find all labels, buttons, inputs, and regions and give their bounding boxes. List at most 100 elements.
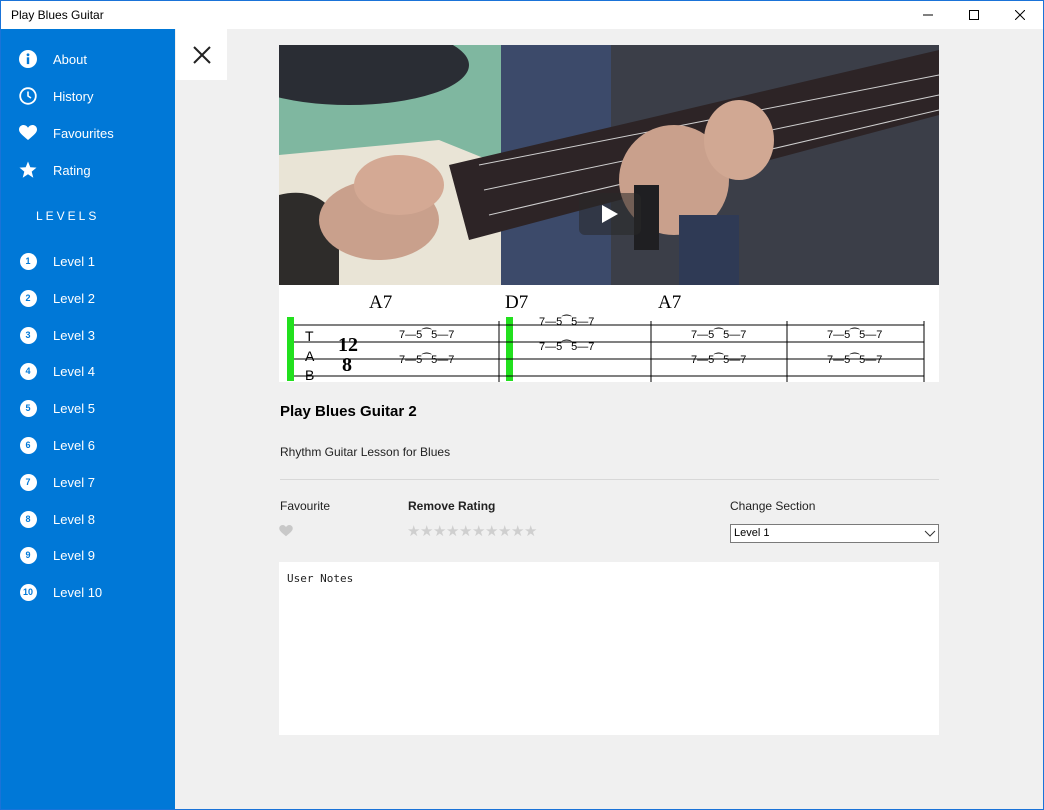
level-number-icon: 9 [19, 546, 37, 564]
svg-text:7—5⁀5—7: 7—5⁀5—7 [539, 340, 594, 353]
sidebar-item-level-3[interactable]: 3 Level 3 [1, 317, 175, 353]
divider [280, 479, 939, 480]
sidebar-item-label: Level 10 [53, 584, 103, 600]
clock-icon [19, 87, 37, 105]
sidebar-item-label: History [53, 88, 94, 104]
sidebar-item-rating[interactable]: Rating [1, 152, 175, 188]
svg-text:7—5⁀5—7: 7—5⁀5—7 [399, 353, 454, 366]
info-icon [19, 50, 37, 68]
play-button[interactable] [579, 193, 641, 235]
svg-text:7—5⁀5—7: 7—5⁀5—7 [399, 328, 454, 341]
sidebar-item-label: Favourites [53, 125, 114, 141]
user-notes-input[interactable] [279, 562, 939, 735]
level-number-icon: 2 [19, 289, 37, 307]
star-icon [19, 161, 37, 179]
maximize-button[interactable] [951, 1, 997, 29]
sidebar-item-level-4[interactable]: 4 Level 4 [1, 353, 175, 389]
svg-text:T: T [305, 328, 314, 344]
levels-heading: LEVELS [36, 209, 100, 223]
sidebar: About History Favourites Rating LEVELS 1… [1, 29, 175, 809]
close-window-button[interactable] [997, 1, 1043, 29]
level-number: 8 [19, 510, 37, 528]
app-window: Play Blues Guitar About History Favourit… [0, 0, 1044, 810]
star-icon[interactable]: ★ [472, 523, 485, 541]
sidebar-item-level-9[interactable]: 9 Level 9 [1, 537, 175, 573]
sidebar-item-history[interactable]: History [1, 78, 175, 114]
level-number-icon: 6 [19, 436, 37, 454]
sidebar-item-level-1[interactable]: 1 Level 1 [1, 243, 175, 279]
star-icon[interactable]: ★ [433, 523, 446, 541]
level-number: 9 [19, 546, 37, 564]
sidebar-item-level-10[interactable]: 10 Level 10 [1, 574, 175, 610]
chord-label: D7 [505, 292, 528, 313]
sidebar-item-label: Rating [53, 162, 91, 178]
lesson-subtitle: Rhythm Guitar Lesson for Blues [280, 445, 451, 459]
level-number-icon: 1 [19, 252, 37, 270]
svg-text:A: A [305, 348, 315, 364]
svg-text:7—5⁀5—7: 7—5⁀5—7 [691, 353, 746, 366]
minimize-icon [923, 14, 933, 16]
svg-text:7—5⁀5—7: 7—5⁀5—7 [827, 328, 882, 341]
sidebar-item-level-5[interactable]: 5 Level 5 [1, 390, 175, 426]
section-dropdown[interactable]: Level 1 [730, 524, 939, 543]
sidebar-item-label: Level 6 [53, 437, 95, 453]
sidebar-item-level-7[interactable]: 7 Level 7 [1, 464, 175, 500]
svg-text:7—5⁀5—7: 7—5⁀5—7 [539, 315, 594, 328]
video-player[interactable] [279, 45, 939, 285]
level-number: 5 [19, 399, 37, 417]
chord-label: A7 [369, 292, 392, 313]
lesson-title: Play Blues Guitar 2 [280, 403, 417, 420]
sidebar-item-label: Level 4 [53, 363, 95, 379]
video-frame-image [279, 45, 939, 285]
sidebar-item-about[interactable]: About [1, 41, 175, 77]
section-dropdown-value: Level 1 [734, 527, 770, 539]
tab-notation: T A B 12 8 7—5⁀5—7 7—5⁀5—7 7—5⁀5—7 7—5⁀5… [279, 285, 939, 382]
sidebar-item-label: Level 5 [53, 400, 95, 416]
sidebar-item-label: Level 2 [53, 290, 95, 306]
level-number-icon: 3 [19, 326, 37, 344]
level-number: 10 [19, 583, 37, 601]
star-icon[interactable]: ★ [407, 523, 420, 541]
sidebar-item-label: Level 1 [53, 253, 95, 269]
sidebar-item-level-8[interactable]: 8 Level 8 [1, 501, 175, 537]
close-icon [192, 45, 211, 64]
minimize-button[interactable] [905, 1, 951, 29]
star-icon[interactable]: ★ [524, 523, 537, 541]
chord-label: A7 [658, 292, 681, 313]
sidebar-item-level-2[interactable]: 2 Level 2 [1, 280, 175, 316]
level-number-icon: 4 [19, 362, 37, 380]
star-icon[interactable]: ★ [446, 523, 459, 541]
level-number: 4 [19, 362, 37, 380]
star-icon[interactable]: ★ [420, 523, 433, 541]
heart-icon [19, 124, 37, 142]
level-number: 2 [19, 289, 37, 307]
svg-text:8: 8 [342, 354, 352, 376]
star-icon[interactable]: ★ [511, 523, 524, 541]
level-number: 1 [19, 252, 37, 270]
level-number: 7 [19, 473, 37, 491]
sidebar-item-favourites[interactable]: Favourites [1, 115, 175, 151]
play-icon [602, 205, 618, 223]
favourite-toggle[interactable] [279, 524, 293, 542]
change-section-label: Change Section [730, 499, 816, 513]
close-icon [1015, 10, 1025, 20]
maximize-icon [969, 10, 979, 20]
title-bar: Play Blues Guitar [1, 1, 1043, 29]
chevron-down-icon [924, 530, 936, 537]
svg-text:7—5⁀5—7: 7—5⁀5—7 [691, 328, 746, 341]
star-icon[interactable]: ★ [485, 523, 498, 541]
svg-text:B: B [305, 367, 314, 382]
svg-text:7—5⁀5—7: 7—5⁀5—7 [827, 353, 882, 366]
sidebar-item-label: About [53, 51, 87, 67]
rating-stars[interactable]: ★ ★ ★ ★ ★ ★ ★ ★ ★ ★ [407, 523, 537, 541]
star-icon[interactable]: ★ [498, 523, 511, 541]
remove-rating-button[interactable]: Remove Rating [408, 499, 495, 513]
star-icon[interactable]: ★ [459, 523, 472, 541]
level-number: 6 [19, 436, 37, 454]
level-number-icon: 8 [19, 510, 37, 528]
sidebar-item-label: Level 9 [53, 547, 95, 563]
close-pane-button[interactable] [176, 29, 227, 80]
level-number-icon: 5 [19, 399, 37, 417]
level-number: 3 [19, 326, 37, 344]
sidebar-item-level-6[interactable]: 6 Level 6 [1, 427, 175, 463]
